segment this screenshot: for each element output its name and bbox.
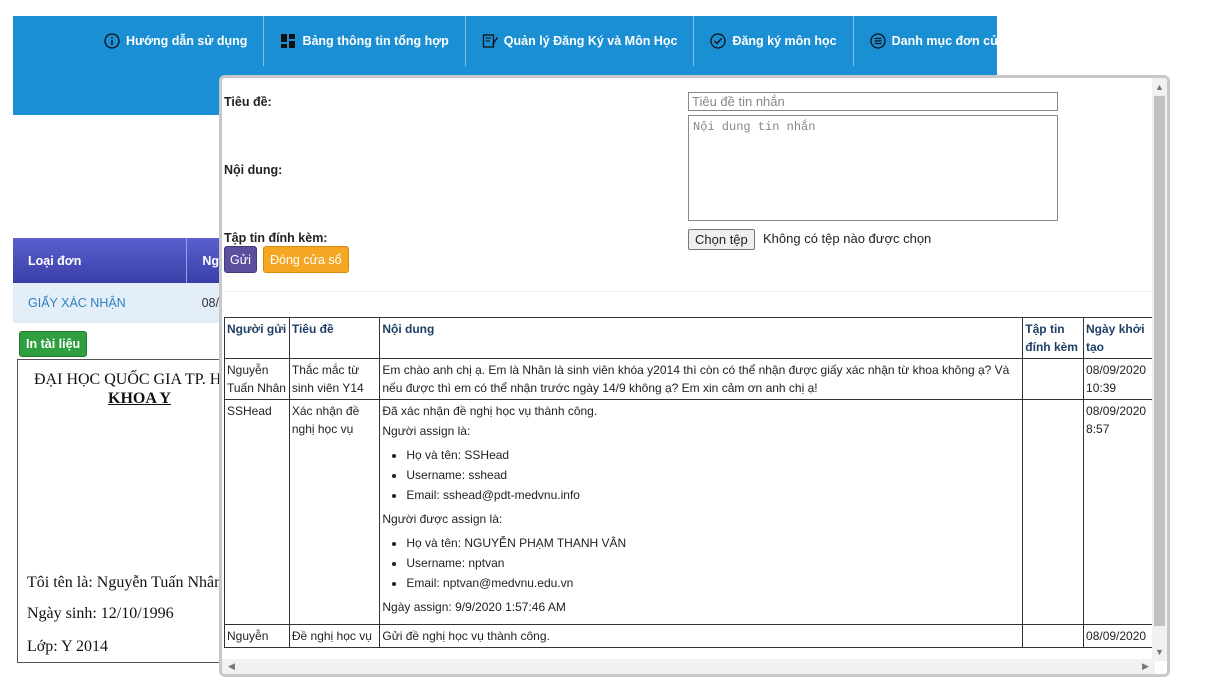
assigner-label: Người assign là:	[382, 424, 471, 438]
content-textarea[interactable]	[688, 115, 1058, 221]
info-circle-icon	[104, 33, 120, 49]
document-preview: ĐẠI HỌC QUỐC GIA TP. H KHOA Y Tôi tên là…	[17, 359, 229, 663]
dashboard-icon	[281, 34, 296, 48]
attachment-label: Tập tin đính kèm:	[224, 231, 328, 245]
cell-title: Xác nhận đề nghị học vụ	[288, 399, 381, 625]
choose-file-button[interactable]: Chọn tệp	[688, 229, 755, 250]
cell-sender: Nguyễn Tuấn Nhân	[224, 358, 290, 400]
request-table-header: Loại đơn Ng	[13, 238, 219, 283]
request-type-link[interactable]: GIẤY XÁC NHẬN	[13, 283, 187, 323]
column-header-created-date: Ngày khởi tạo	[1083, 317, 1155, 359]
column-header-attachment: Tập tin đính kèm	[1022, 317, 1085, 359]
title-input[interactable]	[688, 92, 1058, 111]
table-row: SSHead Xác nhận đề nghị học vụ Đã xác nh…	[224, 399, 1155, 625]
nav-menu: Hướng dẫn sử dụng Bảng thông tin tổng hợ…	[88, 16, 1080, 66]
cell-content: Em chào anh chị ạ. Em là Nhân là sinh vi…	[379, 358, 1024, 400]
column-header-sender: Người gửi	[224, 317, 290, 359]
nav-item-course-registration[interactable]: Đăng ký môn học	[694, 16, 854, 66]
document-name-line: Tôi tên là: Nguyễn Tuấn Nhân	[27, 574, 223, 591]
nav-item-label: Bảng thông tin tổng hợp	[302, 34, 449, 48]
list-item: Username: sshead	[406, 466, 1020, 484]
send-button[interactable]: Gửi	[224, 246, 257, 273]
assigner-list: Họ và tên: SSHead Username: sshead Email…	[382, 446, 1020, 504]
list-item: Họ và tên: NGUYỄN PHẠM THANH VÂN	[406, 534, 1020, 552]
document-class-line: Lớp: Y 2014	[27, 638, 109, 655]
title-label: Tiêu đề:	[224, 95, 272, 109]
scroll-up-icon[interactable]: ▲	[1152, 80, 1167, 95]
messages-table: Người gửi Tiêu đề Nội dung Tập tin đính …	[224, 317, 1155, 648]
vertical-scrollbar[interactable]: ▲ ▼	[1152, 78, 1167, 661]
modal-content: Tiêu đề: Nội dung: Tập tin đính kèm: Chọ…	[222, 78, 1155, 661]
list-item: Họ và tên: SSHead	[406, 446, 1020, 464]
nav-item-user-guide[interactable]: Hướng dẫn sử dụng	[88, 16, 265, 66]
nav-item-dashboard[interactable]: Bảng thông tin tổng hợp	[264, 16, 466, 66]
column-header-title: Tiêu đề	[288, 317, 381, 359]
content-intro: Đã xác nhận đề nghị học vụ thành công.	[382, 404, 598, 418]
document-title: ĐẠI HỌC QUỐC GIA TP. H	[34, 371, 222, 388]
cell-date: 08/09/2020 8:57	[1083, 399, 1155, 625]
nav-item-label: Hướng dẫn sử dụng	[126, 34, 248, 48]
table-row: Nguyễn Tuấn Nhân Thắc mắc từ sinh viên Y…	[224, 358, 1155, 400]
document-department: KHOA Y	[108, 390, 171, 407]
nav-item-student-requests[interactable]: Danh mục đơn của sinh viên	[854, 16, 1080, 66]
message-modal: Tiêu đề: Nội dung: Tập tin đính kèm: Chọ…	[219, 75, 1170, 677]
cell-attachment	[1022, 624, 1085, 648]
column-header-type: Loại đơn	[13, 238, 188, 283]
request-date: 08/	[201, 296, 219, 310]
table-header-row: Người gửi Tiêu đề Nội dung Tập tin đính …	[224, 317, 1155, 359]
scroll-left-icon[interactable]: ◀	[224, 659, 239, 674]
content-label: Nội dung:	[224, 163, 283, 177]
list-item: Username: nptvan	[406, 554, 1020, 572]
column-header-content: Nội dung	[379, 317, 1024, 359]
cell-sender: SSHead	[224, 399, 290, 625]
nav-item-label: Đăng ký môn học	[732, 34, 837, 48]
cell-content: Đã xác nhận đề nghị học vụ thành công. N…	[379, 399, 1024, 625]
list-item: Email: nptvan@medvnu.edu.vn	[406, 574, 1020, 592]
column-header-date: Ng	[202, 253, 219, 268]
cell-content: Gửi đề nghị học vụ thành công.	[379, 624, 1024, 648]
assignee-list: Họ và tên: NGUYỄN PHẠM THANH VÂN Usernam…	[382, 534, 1020, 592]
scroll-down-icon[interactable]: ▼	[1152, 645, 1167, 660]
cell-attachment	[1022, 399, 1085, 625]
print-document-button[interactable]: In tài liệu	[19, 331, 88, 357]
nav-item-label: Quản lý Đăng Ký và Môn Học	[503, 34, 678, 48]
cell-title: Đề nghị học vụ	[288, 624, 381, 648]
scroll-right-icon[interactable]: ▶	[1138, 659, 1153, 674]
file-status: Không có tệp nào được chọn	[763, 231, 932, 246]
horizontal-scrollbar[interactable]: ◀ ▶	[222, 659, 1155, 674]
check-circle-icon	[710, 33, 727, 49]
assignee-label: Người được assign là:	[382, 512, 503, 526]
nav-item-label: Danh mục đơn của sinh viên	[891, 34, 1063, 48]
divider	[222, 291, 1155, 292]
cell-sender: Nguyễn	[224, 624, 290, 648]
nav-item-course-management[interactable]: Quản lý Đăng Ký và Môn Học	[466, 16, 695, 66]
list-item: Email: sshead@pdt-medvnu.info	[406, 486, 1020, 504]
cell-date: 08/09/2020	[1083, 624, 1155, 648]
cell-title: Thắc mắc từ sinh viên Y14	[288, 358, 381, 400]
assign-date: Ngày assign: 9/9/2020 1:57:46 AM	[382, 600, 566, 614]
cell-attachment	[1022, 358, 1085, 400]
table-row[interactable]: GIẤY XÁC NHẬN 08/	[13, 283, 219, 323]
table-row: Nguyễn Đề nghị học vụ Gửi đề nghị học vụ…	[224, 624, 1155, 648]
list-circle-icon	[869, 33, 886, 49]
cell-date: 08/09/2020 10:39	[1083, 358, 1155, 400]
close-window-button[interactable]: Đóng cửa sổ	[263, 246, 349, 273]
document-dob-line: Ngày sinh: 12/10/1996	[27, 605, 174, 622]
edit-icon	[482, 34, 498, 48]
scrollbar-thumb[interactable]	[1154, 96, 1165, 626]
